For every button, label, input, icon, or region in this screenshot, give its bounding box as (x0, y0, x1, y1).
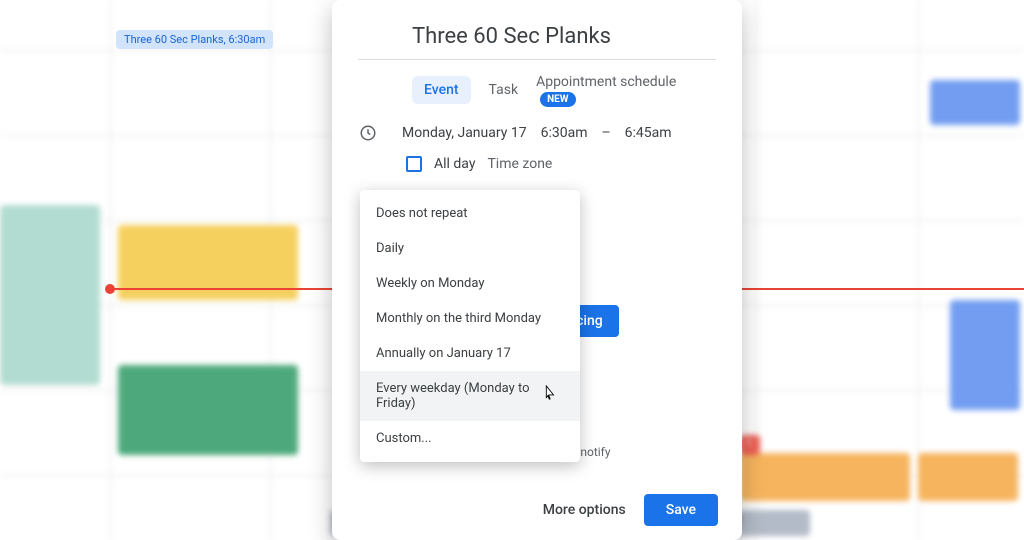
repeat-option-custom[interactable]: Custom... (360, 421, 580, 456)
repeat-option-daily[interactable]: Daily (360, 231, 580, 266)
more-options-button[interactable]: More options (543, 502, 626, 518)
all-day-label: All day (434, 156, 475, 172)
repeat-option-annually[interactable]: Annually on January 17 (360, 336, 580, 371)
repeat-option-none[interactable]: Does not repeat (360, 196, 580, 231)
all-day-checkbox[interactable] (406, 156, 422, 172)
repeat-option-monthly[interactable]: Monthly on the third Monday (360, 301, 580, 336)
save-button[interactable]: Save (644, 494, 718, 526)
cursor-pointer-icon (540, 385, 558, 407)
time-zone-link[interactable]: Time zone (487, 156, 552, 172)
time-row: Monday, January 17 6:30am – 6:45am (358, 118, 716, 148)
tab-event[interactable]: Event (412, 76, 471, 104)
repeat-option-weekly[interactable]: Weekly on Monday (360, 266, 580, 301)
clock-icon (358, 124, 378, 142)
tab-task[interactable]: Task (489, 82, 519, 98)
event-type-tabs: Event Task Appointment schedule NEW (358, 60, 716, 118)
repeat-dropdown: Does not repeat Daily Weekly on Monday M… (360, 190, 580, 462)
event-title[interactable]: Three 60 Sec Planks (358, 20, 716, 60)
event-date[interactable]: Monday, January 17 (402, 125, 527, 141)
event-start-time[interactable]: 6:30am (541, 125, 588, 141)
new-badge: NEW (540, 92, 575, 107)
event-end-time[interactable]: 6:45am (625, 125, 672, 141)
event-chip[interactable]: Three 60 Sec Planks, 6:30am (116, 30, 273, 49)
tab-appointment[interactable]: Appointment schedule NEW (536, 74, 716, 106)
